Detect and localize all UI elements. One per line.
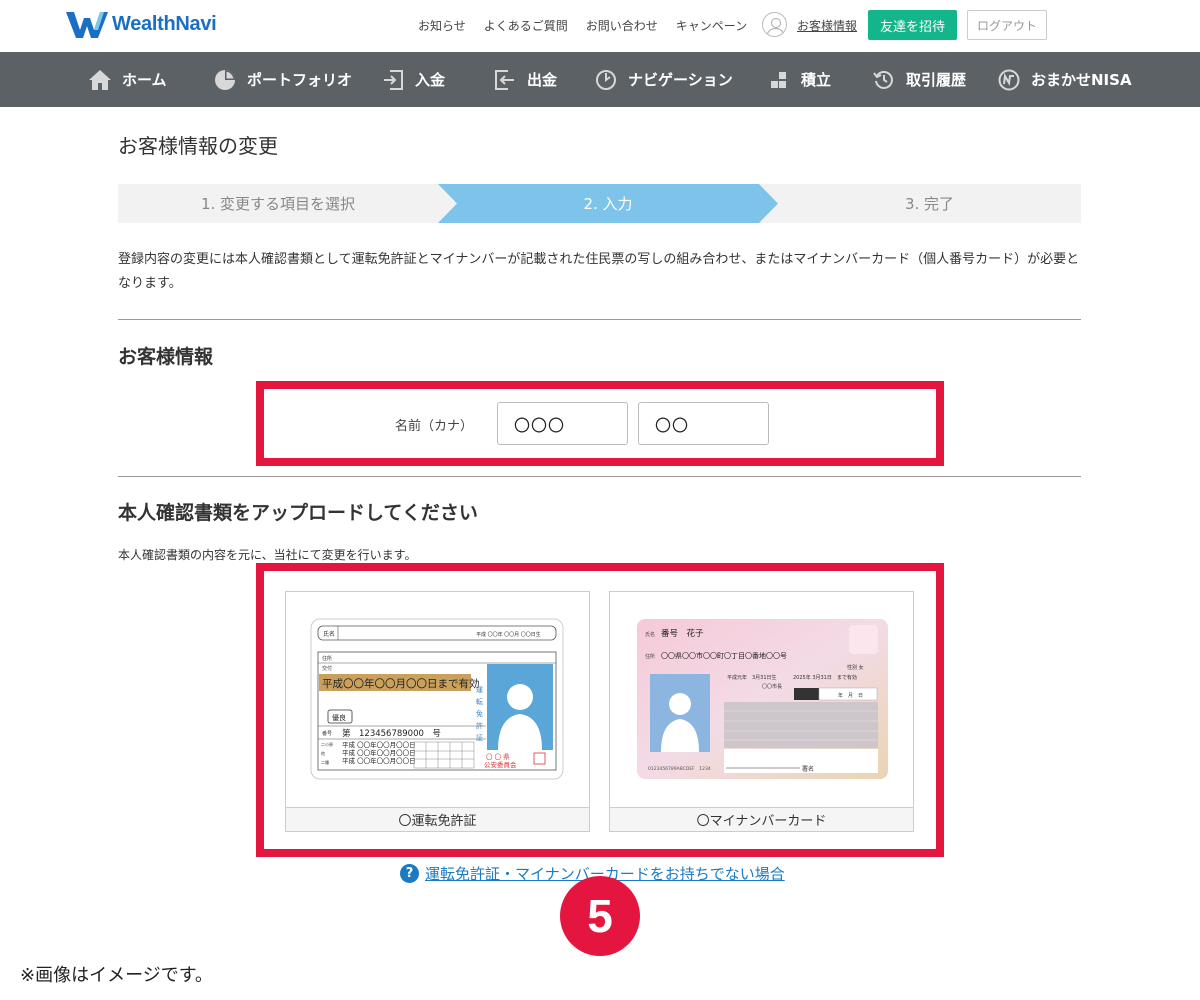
svg-text:転: 転: [476, 698, 483, 706]
svg-text:平成元年 3月31日生: 平成元年 3月31日生: [727, 674, 777, 681]
deposit-icon: [381, 68, 405, 92]
svg-text:〇〇県〇〇市〇〇町〇丁目〇番地〇〇号: 〇〇県〇〇市〇〇町〇丁目〇番地〇〇号: [661, 651, 787, 660]
step-number-badge: 5: [560, 876, 640, 956]
nav-label: 出金: [527, 71, 558, 89]
nav-label: 入金: [415, 71, 446, 89]
svg-text:性別 女: 性別 女: [847, 664, 864, 671]
faq-link[interactable]: よくあるご質問: [484, 17, 568, 34]
site-header: WealthNavi お知らせ よくあるご質問 お問い合わせ キャンペーン お客…: [0, 0, 1200, 52]
nav-label: おまかせNISA: [1031, 71, 1132, 89]
upload-heading: 本人確認書類をアップロードしてください: [118, 502, 478, 524]
svg-text:氏名: 氏名: [645, 631, 655, 638]
step-select: 1. 変更する項目を選択: [200, 195, 356, 213]
svg-text:二小原: 二小原: [321, 741, 333, 747]
nav-item-home[interactable]: ホーム: [88, 52, 167, 107]
svg-text:許: 許: [476, 721, 483, 730]
svg-text:0123456789ABCDEF 1234: 0123456789ABCDEF 1234: [648, 766, 711, 772]
svg-text:優良: 優良: [332, 713, 346, 722]
radio-circle-icon: 〇: [696, 814, 710, 829]
nav-label: 取引履歴: [906, 71, 967, 89]
mynumber-card-image: 氏名 番号 花子 住所 〇〇県〇〇市〇〇町〇丁目〇番地〇〇号 性別 女 平成元年…: [637, 619, 888, 779]
account-info-link[interactable]: お客様情報: [797, 17, 857, 34]
nav-item-navigation[interactable]: ナビゲーション: [594, 52, 733, 107]
nav-label: ポートフォリオ: [247, 71, 353, 89]
nav-item-deposit[interactable]: 入金: [381, 52, 445, 107]
invite-friend-button[interactable]: 友達を招待: [868, 10, 957, 40]
svg-text:第 123456789000 号: 第 123456789000 号: [342, 728, 441, 739]
nav-label: 積立: [801, 71, 832, 89]
home-icon: [88, 68, 112, 92]
top-links: お知らせ よくあるご質問 お問い合わせ キャンペーン: [418, 17, 765, 34]
svg-text:他: 他: [321, 750, 325, 756]
nav-label: ホーム: [122, 71, 167, 89]
drivers-license-label: 運転免許証: [411, 814, 477, 829]
svg-text:平成〇〇年〇〇月〇〇日まで有効: 平成〇〇年〇〇月〇〇日まで有効: [322, 677, 480, 690]
main-nav: ホーム ポートフォリオ 入金 出金 ナビゲーション 積立 取引履歴 おまかせNI…: [0, 52, 1200, 107]
mynumber-card-radio[interactable]: 〇 マイナンバーカード: [610, 807, 913, 831]
withdraw-icon: [493, 68, 517, 92]
svg-text:平成 〇〇年 〇〇月 〇〇日生: 平成 〇〇年 〇〇月 〇〇日生: [476, 631, 541, 638]
first-name-kana-input[interactable]: 〇〇: [638, 402, 769, 445]
mynumber-card-option[interactable]: 氏名 番号 花子 住所 〇〇県〇〇市〇〇町〇丁目〇番地〇〇号 性別 女 平成元年…: [609, 591, 914, 832]
blocks-icon: [767, 68, 791, 92]
news-link[interactable]: お知らせ: [418, 17, 466, 34]
contact-link[interactable]: お問い合わせ: [586, 17, 658, 34]
mynumber-card-label: マイナンバーカード: [709, 814, 827, 829]
image-note: ※画像はイメージです。: [20, 965, 213, 986]
step-input-active: 2. 入力: [583, 195, 633, 213]
svg-text:番号 花子: 番号 花子: [661, 628, 704, 639]
step-complete: 3. 完了: [904, 195, 955, 213]
svg-text:公安委員会: 公安委員会: [484, 760, 517, 769]
nisa-icon: [997, 68, 1021, 92]
user-avatar-icon[interactable]: [762, 12, 787, 37]
question-circle-icon: ?: [400, 864, 419, 883]
svg-text:住所: 住所: [322, 655, 332, 662]
svg-text:署名: 署名: [802, 765, 814, 773]
logout-button[interactable]: ログアウト: [967, 10, 1047, 40]
svg-text:免: 免: [476, 709, 483, 718]
upload-subtitle: 本人確認書類の内容を元に、当社にて変更を行います。: [118, 548, 417, 562]
svg-text:二種: 二種: [321, 759, 329, 765]
last-name-kana-input[interactable]: 〇〇〇: [497, 402, 628, 445]
svg-text:平成 〇〇年〇〇月〇〇日: 平成 〇〇年〇〇月〇〇日: [342, 748, 416, 757]
nav-item-portfolio[interactable]: ポートフォリオ: [213, 52, 352, 107]
history-icon: [872, 68, 896, 92]
drivers-license-image: 氏名 平成 〇〇年 〇〇月 〇〇日生 住所 交付 平成〇〇年〇〇月〇〇日まで有効…: [310, 618, 564, 780]
svg-text:〇〇市長: 〇〇市長: [762, 683, 782, 690]
svg-text:番号: 番号: [322, 730, 332, 737]
navigation-icon: [594, 68, 618, 92]
pie-chart-icon: [213, 68, 237, 92]
drivers-license-radio[interactable]: 〇運転免許証: [286, 807, 589, 831]
logo-text: WealthNavi: [112, 12, 217, 35]
nav-item-nisa[interactable]: おまかせNISA: [997, 52, 1132, 107]
license-vertical-title: 運: [476, 685, 483, 694]
svg-text:平成 〇〇年〇〇月〇〇日: 平成 〇〇年〇〇月〇〇日: [342, 756, 416, 765]
page-title: お客様情報の変更: [118, 134, 278, 158]
campaign-link[interactable]: キャンペーン: [676, 17, 747, 34]
svg-text:2025年 3月31日 まで有効: 2025年 3月31日 まで有効: [793, 674, 857, 681]
requirement-description: 登録内容の変更には本人確認書類として運転免許証とマイナンバーが記載された住民票の…: [118, 252, 1080, 291]
wealthnavi-logo[interactable]: WealthNavi: [66, 10, 217, 38]
name-kana-label: 名前（カナ）: [395, 419, 474, 434]
svg-text:交付: 交付: [322, 665, 332, 672]
nav-item-withdraw[interactable]: 出金: [493, 52, 557, 107]
svg-text:証: 証: [476, 733, 483, 742]
drivers-license-option[interactable]: 氏名 平成 〇〇年 〇〇月 〇〇日生 住所 交付 平成〇〇年〇〇月〇〇日まで有効…: [285, 591, 590, 832]
nav-item-recurring[interactable]: 積立: [767, 52, 831, 107]
nav-label: ナビゲーション: [628, 71, 733, 89]
radio-circle-icon: 〇: [398, 814, 412, 829]
divider: [118, 319, 1081, 320]
svg-text:平成 〇〇年〇〇月〇〇日: 平成 〇〇年〇〇月〇〇日: [342, 740, 416, 749]
divider: [118, 476, 1081, 477]
svg-text:〇 〇 県: 〇 〇 県: [486, 753, 510, 761]
progress-steps: 1. 変更する項目を選択 2. 入力 3. 完了: [118, 184, 1081, 223]
nav-item-history[interactable]: 取引履歴: [872, 52, 966, 107]
svg-text:年 月 日: 年 月 日: [838, 692, 863, 699]
svg-text:住所: 住所: [645, 653, 655, 660]
logo-mark-icon: [66, 12, 108, 38]
customer-info-heading: お客様情報: [118, 346, 214, 368]
svg-text:氏名: 氏名: [323, 630, 335, 638]
